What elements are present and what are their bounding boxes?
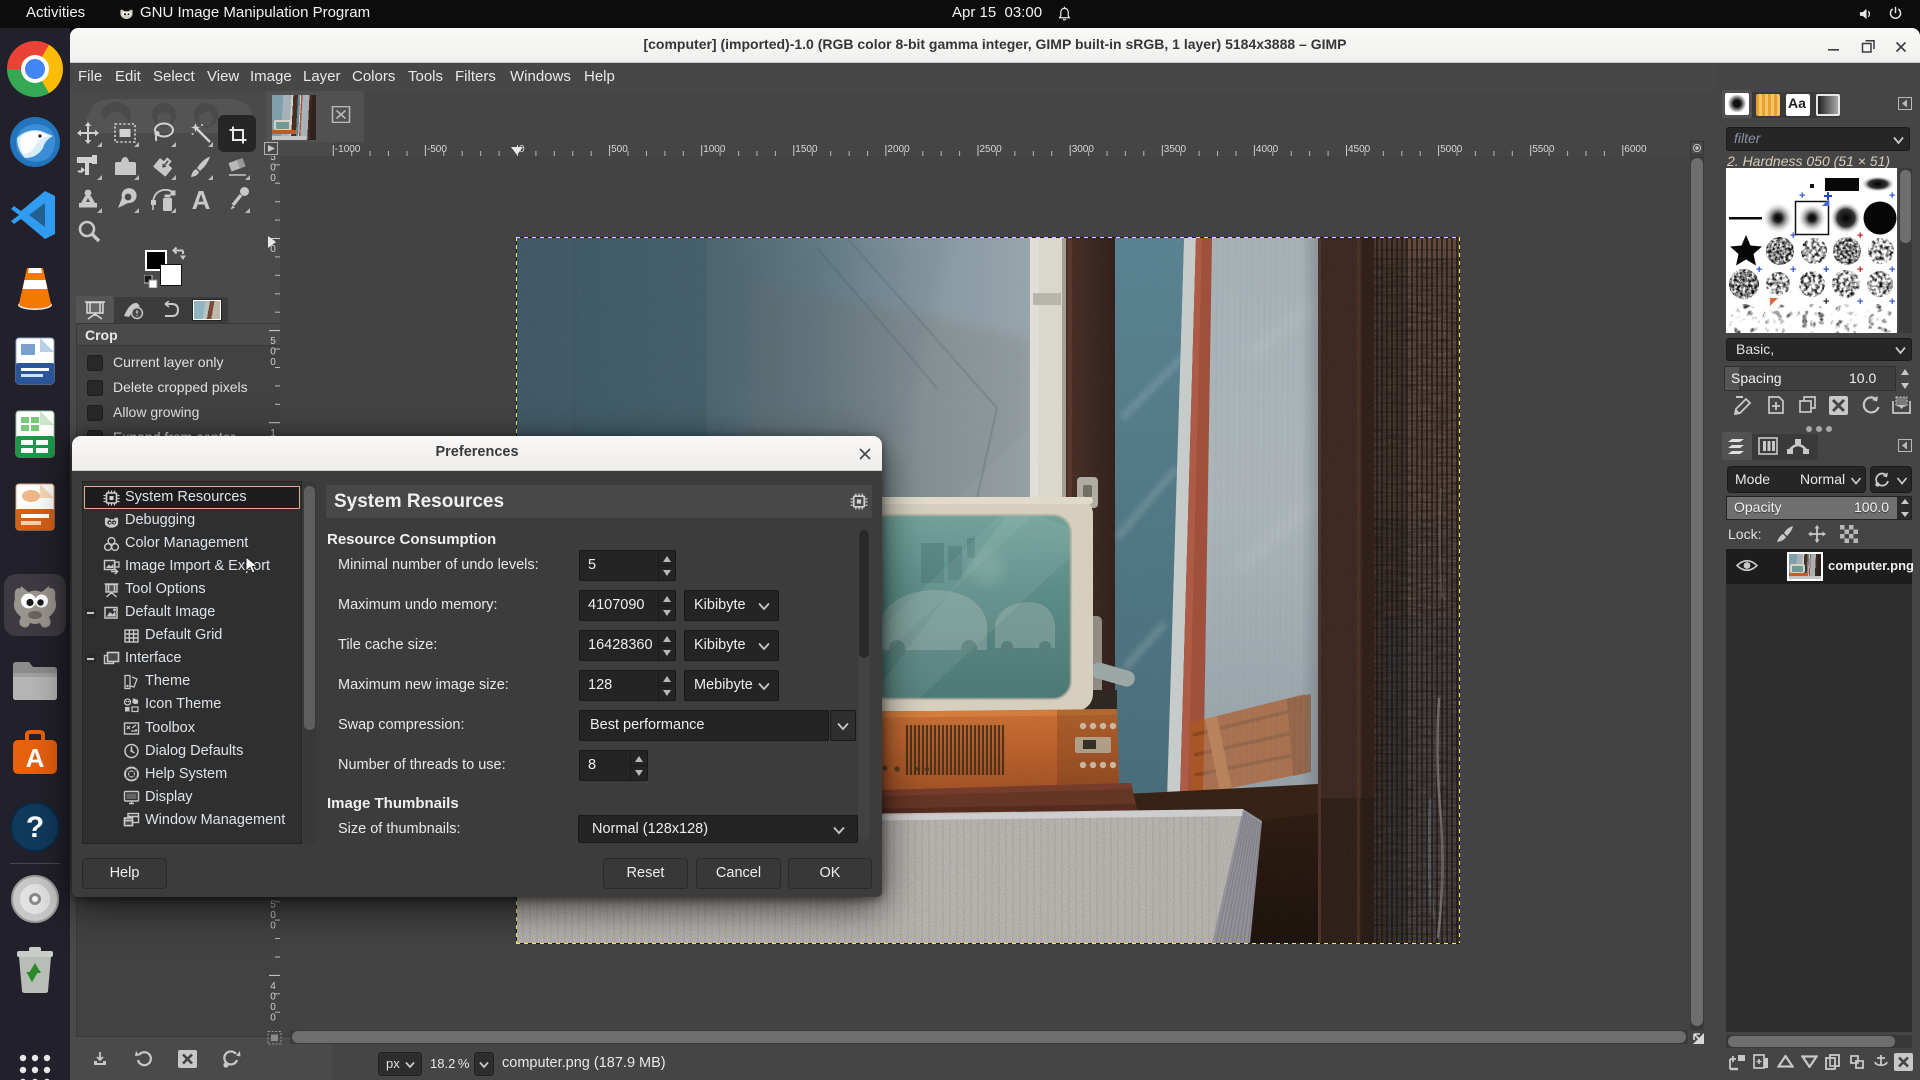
svg-text:+: + bbox=[1889, 264, 1895, 276]
svg-text:+: + bbox=[1790, 230, 1796, 242]
svg-text:5500: 5500 bbox=[1532, 144, 1555, 155]
svg-text:1500: 1500 bbox=[795, 144, 818, 155]
svg-text:6000: 6000 bbox=[1624, 144, 1647, 155]
svg-text:?: ? bbox=[26, 811, 44, 844]
svg-text:4500: 4500 bbox=[1348, 144, 1371, 155]
svg-text:4000: 4000 bbox=[1256, 144, 1279, 155]
svg-text:2000: 2000 bbox=[887, 144, 910, 155]
svg-text:0: 0 bbox=[270, 357, 276, 368]
svg-text:0: 0 bbox=[270, 162, 276, 173]
svg-text:5: 5 bbox=[270, 899, 276, 910]
svg-text:4: 4 bbox=[270, 981, 276, 992]
svg-text:5000: 5000 bbox=[1440, 144, 1463, 155]
svg-text:0: 0 bbox=[270, 173, 276, 184]
svg-text:+: + bbox=[1857, 230, 1863, 242]
svg-text:+: + bbox=[1790, 264, 1796, 276]
svg-text:+: + bbox=[1857, 296, 1863, 308]
svg-text:+: + bbox=[1823, 264, 1829, 276]
svg-text:+: + bbox=[1756, 264, 1762, 276]
svg-text:-1000: -1000 bbox=[335, 144, 361, 155]
svg-text:+: + bbox=[1857, 264, 1863, 276]
svg-text:0: 0 bbox=[270, 1012, 276, 1023]
svg-text:+: + bbox=[1823, 296, 1829, 308]
svg-text:0: 0 bbox=[270, 347, 276, 358]
svg-text:+: + bbox=[1889, 190, 1895, 202]
svg-text:+: + bbox=[1799, 190, 1805, 202]
svg-text:-500: -500 bbox=[427, 144, 447, 155]
svg-text:2500: 2500 bbox=[980, 144, 1003, 155]
svg-text:5: 5 bbox=[270, 336, 276, 347]
svg-text:0: 0 bbox=[270, 991, 276, 1002]
svg-text:0: 0 bbox=[270, 910, 276, 921]
svg-text:0: 0 bbox=[270, 1002, 276, 1013]
svg-text:3500: 3500 bbox=[1164, 144, 1187, 155]
svg-text:500: 500 bbox=[611, 144, 628, 155]
svg-text:3000: 3000 bbox=[1072, 144, 1095, 155]
svg-text:A: A bbox=[26, 743, 45, 773]
svg-text:1000: 1000 bbox=[703, 144, 726, 155]
svg-text:0: 0 bbox=[270, 920, 276, 931]
svg-text:+: + bbox=[1889, 296, 1895, 308]
